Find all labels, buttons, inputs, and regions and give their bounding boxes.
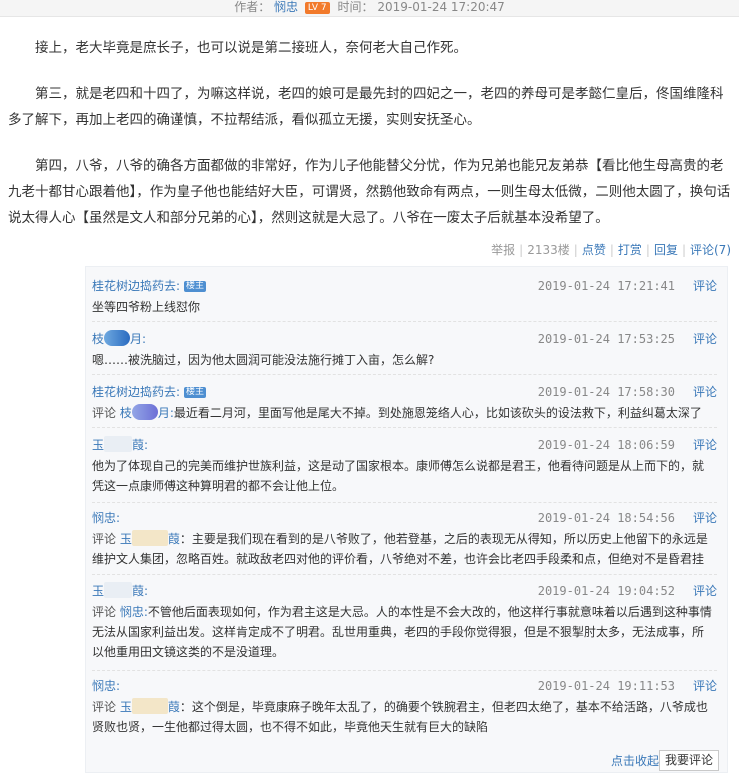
reply-link[interactable]: 回复 <box>654 243 678 257</box>
comment-time: 2019-01-24 19:11:53 <box>537 679 675 693</box>
commenter-name[interactable]: 玉葭: <box>92 582 148 598</box>
report-link[interactable]: 举报 <box>491 243 515 257</box>
comment-reply-link[interactable]: 评论 <box>693 677 717 695</box>
blurred-name <box>104 330 131 346</box>
comment-text: 评论 枝月:最近看二月河，里面写他是尾大不掉。到处施恩笼络人心，比如该砍头的设法… <box>92 404 702 420</box>
commenter-name[interactable]: 玉葭: <box>92 436 148 452</box>
commenter-name[interactable]: 悯忠: <box>92 679 120 693</box>
my-comment-button[interactable]: 我要评论 <box>658 750 719 771</box>
comment-text: 评论 玉葭：主要是我们现在看到的是八爷败了，他若登基，之后的表现无从得知，所以历… <box>92 530 708 566</box>
commenter-name[interactable]: 桂花树边捣药去: <box>92 385 180 399</box>
comment-reply-link[interactable]: 评论 <box>693 436 717 454</box>
blurred-name <box>131 698 168 714</box>
divider <box>92 427 717 428</box>
comment-item: 桂花树边捣药去: 楼主 2019-01-24 17:58:30 评论 评论 枝月:… <box>86 383 727 423</box>
comment-item: 枝月: 2019-01-24 17:53:25 评论 嗯……被洗脑过，因为他太圆… <box>86 330 727 370</box>
post-time: 2019-01-24 17:20:47 <box>377 0 505 14</box>
comment-text: 评论 玉葭：这个倒是，毕竟康麻子晚年太乱了，的确要个铁腕君主，但老四太绝了，基本… <box>92 698 708 734</box>
post-paragraph: 第四，八爷，八爷的确各方面都做的非常好，作为儿子他能替父分忧，作为兄弟也能兄友弟… <box>8 158 731 226</box>
divider <box>92 321 717 322</box>
comment-text: 嗯……被洗脑过，因为他太圆润可能没法施行摊丁入亩，怎么解? <box>92 353 435 367</box>
comment-item: 桂花树边捣药去: 楼主 2019-01-24 17:21:41 评论 坐等四爷粉上… <box>86 277 727 317</box>
commenter-name[interactable]: 枝月: <box>92 330 146 346</box>
author-label: 作者： <box>234 0 271 14</box>
comment-reply-link[interactable]: 评论 <box>693 330 717 348</box>
blurred-name <box>104 582 133 598</box>
floor-number: 2133楼 <box>527 243 570 257</box>
comment-time: 2019-01-24 19:04:52 <box>537 584 675 598</box>
blurred-name <box>131 404 158 420</box>
reply-target[interactable]: 玉葭 <box>120 698 180 714</box>
divider <box>92 574 717 575</box>
comment-item: 悯忠: 2019-01-24 18:54:56 评论 评论 玉葭：主要是我们现在… <box>86 509 727 569</box>
comment-item: 悯忠: 2019-01-24 19:11:53 评论 评论 玉葭：这个倒是，毕竟… <box>86 677 727 737</box>
reply-target[interactable]: 悯忠: <box>120 605 148 619</box>
comment-reply-link[interactable]: 评论 <box>693 277 717 295</box>
comment-time: 2019-01-24 17:58:30 <box>537 385 675 399</box>
post-body: 接上，老大毕竟是庶长子，也可以说是第二接班人，奈何老大自己作死。 第三，就是老四… <box>0 17 739 231</box>
post-paragraph: 接上，老大毕竟是庶长子，也可以说是第二接班人，奈何老大自己作死。 <box>35 40 467 56</box>
post-action-bar: 举报 | 2133楼 | 点赞 | 打赏 | 回复 | 评论(7) <box>491 243 731 257</box>
divider <box>92 502 717 503</box>
like-link[interactable]: 点赞 <box>582 243 606 257</box>
comment-time: 2019-01-24 18:06:59 <box>537 438 675 452</box>
comment-list: 桂花树边捣药去: 楼主 2019-01-24 17:21:41 评论 坐等四爷粉上… <box>85 266 728 773</box>
level-badge: LV 7 <box>304 2 330 14</box>
comment-time: 2019-01-24 17:53:25 <box>537 332 675 346</box>
comment-text: 评论 悯忠:不管他后面表现如何，作为君主这是大忌。人的本性是不会大改的，他这样行… <box>92 605 712 659</box>
comment-reply-link[interactable]: 评论 <box>693 509 717 527</box>
blurred-name <box>104 436 133 452</box>
reply-target[interactable]: 枝月: <box>120 404 174 420</box>
comment-reply-link[interactable]: 评论 <box>693 383 717 401</box>
comment-text: 坐等四爷粉上线怼你 <box>92 300 201 314</box>
comment-count-link[interactable]: 评论(7) <box>690 243 731 257</box>
comment-item: 玉葭: 2019-01-24 18:06:59 评论 他为了体现自己的完美而维护… <box>86 436 727 496</box>
commenter-name[interactable]: 桂花树边捣药去: <box>92 279 180 293</box>
op-badge: 楼主 <box>184 281 207 292</box>
comment-footer: 点击收起 我要评论 <box>86 750 727 772</box>
divider <box>92 374 717 375</box>
comment-reply-link[interactable]: 评论 <box>693 582 717 600</box>
commenter-name[interactable]: 悯忠: <box>92 511 120 525</box>
post-meta-bar: 作者： 悯忠 LV 7 时间： 2019-01-24 17:20:47 <box>0 0 739 17</box>
tip-link[interactable]: 打赏 <box>618 243 642 257</box>
comment-text: 他为了体现自己的完美而维护世族利益，这是动了国家根本。康师傅怎么说都是君王，他看… <box>92 459 705 493</box>
op-badge: 楼主 <box>184 387 207 398</box>
comment-time: 2019-01-24 18:54:56 <box>537 511 675 525</box>
divider <box>92 670 717 671</box>
reply-target[interactable]: 玉葭 <box>120 530 180 546</box>
blurred-name <box>131 530 168 546</box>
comment-time: 2019-01-24 17:21:41 <box>537 279 675 293</box>
collapse-comments-link[interactable]: 点击收起 <box>611 752 659 769</box>
comment-item: 玉葭: 2019-01-24 19:04:52 评论 评论 悯忠:不管他后面表现… <box>86 582 727 662</box>
author-link[interactable]: 悯忠 <box>274 0 298 14</box>
post-paragraph: 第三，就是老四和十四了，为嘛这样说，老四的娘可是最先封的四妃之一，老四的养母可是… <box>8 86 724 128</box>
time-label: 时间： <box>337 0 374 14</box>
